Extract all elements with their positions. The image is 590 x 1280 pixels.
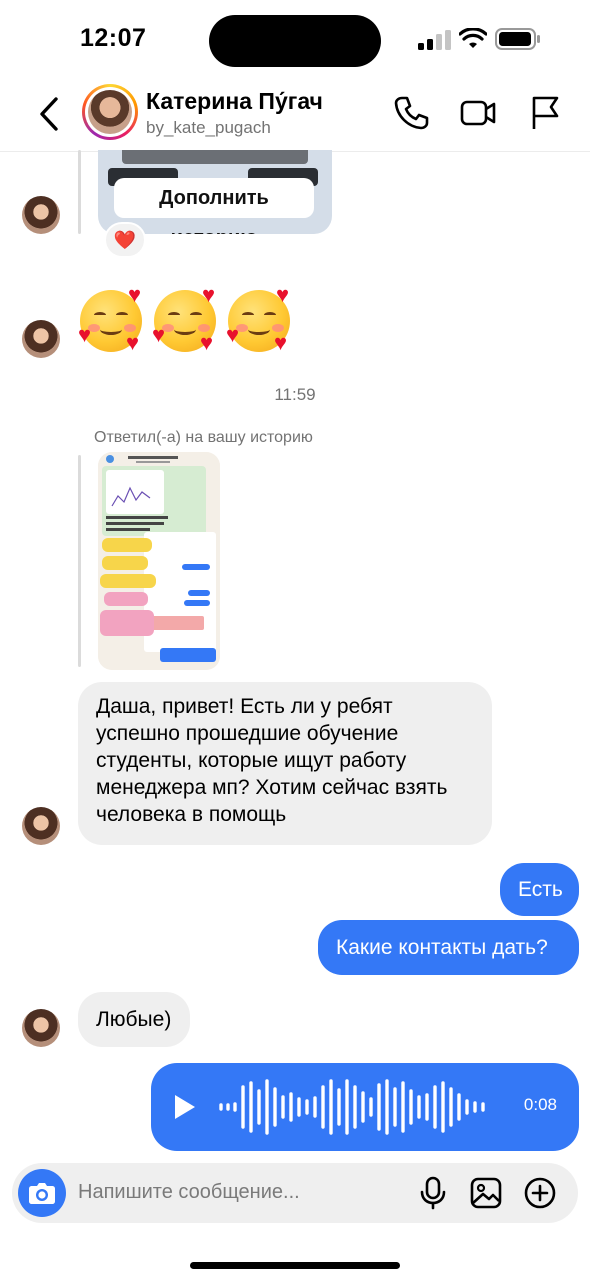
add-icon[interactable]: [523, 1176, 557, 1210]
heart-reaction[interactable]: ❤️: [104, 222, 146, 258]
message-input[interactable]: Напишите сообщение...: [78, 1181, 300, 1204]
camera-icon: [29, 1183, 55, 1204]
message-bubble-incoming[interactable]: Любые): [78, 992, 190, 1047]
emoji-message[interactable]: ♥ ♥ ♥ ♥ ♥ ♥ ♥ ♥ ♥: [78, 282, 294, 358]
phone-icon[interactable]: [392, 94, 430, 132]
story-image: [98, 452, 220, 670]
battery-icon: [495, 28, 540, 50]
avatar[interactable]: [22, 196, 60, 234]
avatar[interactable]: [22, 320, 60, 358]
microphone-icon[interactable]: [416, 1176, 450, 1210]
timestamp: 11:59: [274, 385, 316, 404]
message-bubble-incoming[interactable]: Даша, привет! Есть ли у ребят успешно пр…: [78, 682, 492, 845]
gallery-icon[interactable]: [469, 1176, 503, 1210]
smiling-face-with-hearts-icon: ♥ ♥ ♥: [78, 282, 142, 355]
reply-line: [78, 455, 81, 667]
contact-username[interactable]: by_kate_pugach: [146, 118, 271, 138]
cellular-signal-icon: [418, 30, 451, 50]
home-indicator[interactable]: [190, 1262, 400, 1269]
dynamic-island: [209, 15, 381, 67]
story-reply-label: Ответил(-а) на вашу историю: [94, 429, 313, 446]
header-avatar[interactable]: [82, 84, 138, 140]
contact-name[interactable]: Катерина Пу́гач: [146, 88, 323, 115]
flag-icon[interactable]: [526, 94, 564, 132]
message-bubble-outgoing[interactable]: Какие контакты дать?: [318, 920, 579, 975]
chevron-left-icon[interactable]: [36, 96, 64, 132]
wifi-icon: [459, 28, 487, 48]
waveform: [219, 1079, 485, 1135]
voice-message[interactable]: 0:08: [151, 1063, 579, 1151]
smiling-face-with-hearts-icon: ♥ ♥ ♥: [226, 282, 290, 355]
add-to-story-button: Дополнить историю: [114, 178, 314, 234]
voice-duration: 0:08: [523, 1095, 557, 1114]
message-bubble-outgoing[interactable]: Есть: [500, 863, 579, 916]
smiling-face-with-hearts-icon: ♥ ♥ ♥: [152, 282, 216, 355]
message-composer: Напишите сообщение...: [12, 1163, 578, 1223]
avatar[interactable]: [22, 1009, 60, 1047]
story-preview[interactable]: Дополнить историю: [98, 150, 332, 234]
story-thumbnail[interactable]: [98, 452, 220, 670]
reply-line: [78, 150, 81, 234]
chat-header: Катерина Пу́гач by_kate_pugach: [0, 78, 590, 152]
camera-button[interactable]: [18, 1169, 66, 1217]
avatar[interactable]: [22, 807, 60, 845]
video-icon[interactable]: [459, 94, 497, 132]
status-time: 12:07: [80, 24, 147, 52]
play-icon[interactable]: [175, 1095, 195, 1119]
